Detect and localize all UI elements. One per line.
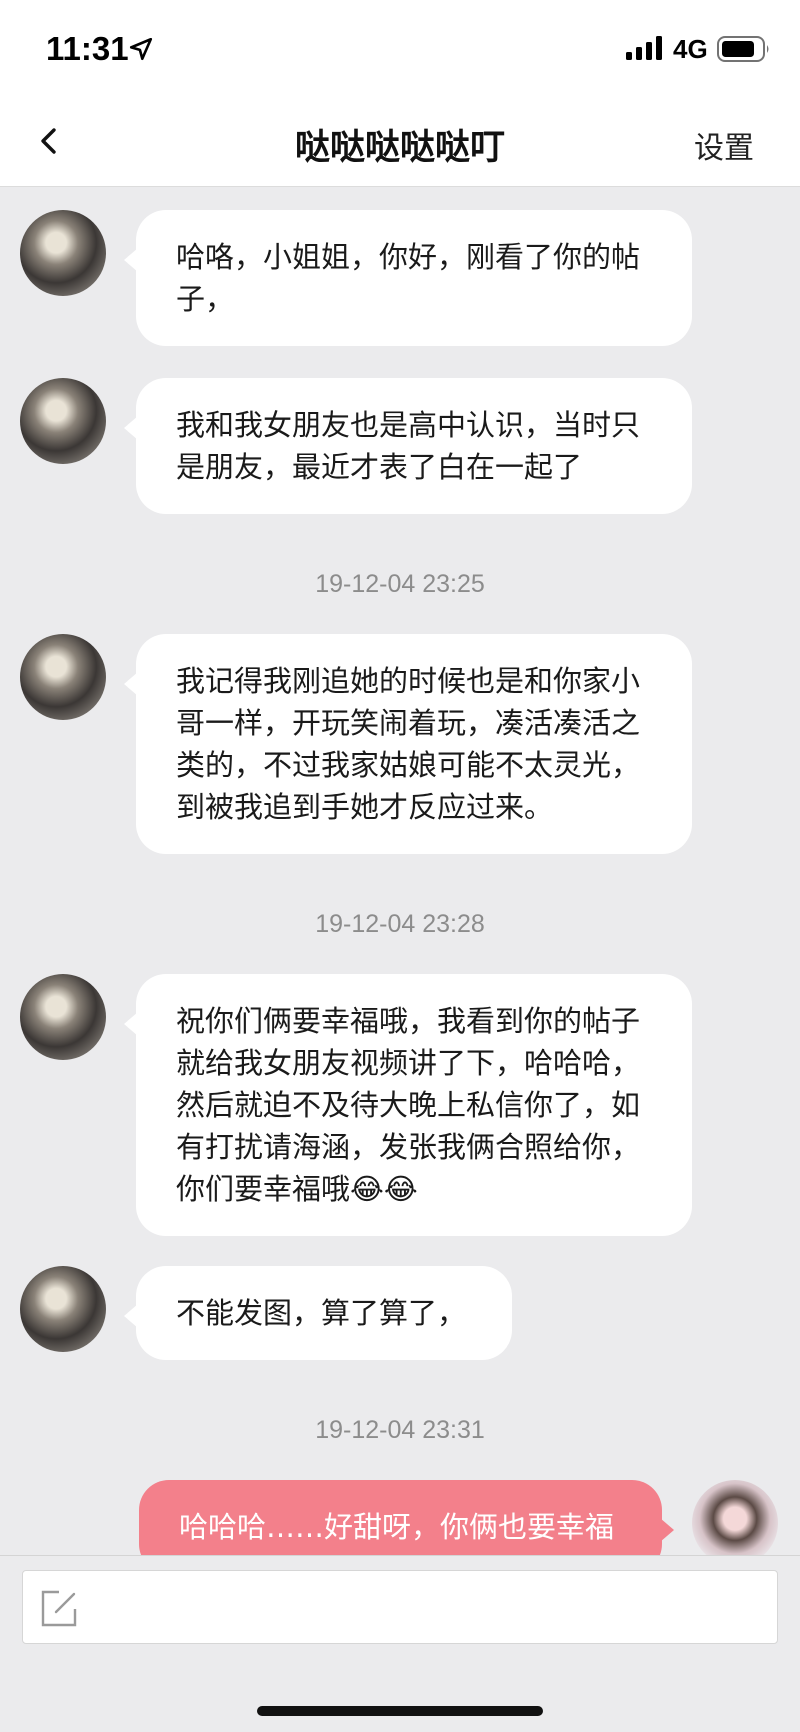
message-timestamp: 19-12-04 23:31: [315, 1416, 485, 1444]
message-bubble[interactable]: 我记得我刚追她的时候也是和你家小哥一样，开玩笑闹着玩，凑活凑活之类的，不过我家姑…: [124, 634, 692, 854]
input-bar: [0, 1555, 800, 1732]
avatar[interactable]: [20, 210, 106, 296]
message-timestamp: 19-12-04 23:25: [315, 570, 485, 598]
message-bubble[interactable]: 不能发图，算了算了，: [124, 1266, 512, 1360]
home-indicator[interactable]: [257, 1706, 543, 1716]
signal-icon: [626, 36, 662, 60]
status-time: 11:31: [46, 30, 129, 67]
my-message-bubble[interactable]: 哈哈哈……好甜呀，你俩也要幸福: [139, 1480, 674, 1555]
settings-button[interactable]: 设置: [694, 123, 754, 167]
status-bar: 11:31 4G: [0, 0, 800, 95]
avatar[interactable]: [20, 634, 106, 720]
my-avatar[interactable]: [692, 1480, 778, 1555]
compose-icon: [41, 1590, 77, 1627]
message-timestamp: 19-12-04 23:28: [315, 910, 485, 938]
network-type: 4G: [673, 34, 708, 64]
message-input[interactable]: [22, 1570, 778, 1644]
conversation-title: 哒哒哒哒哒叮: [294, 128, 505, 168]
navigation-bar: 哒哒哒哒哒叮 设置: [0, 95, 800, 187]
message-bubble[interactable]: 哈咯，小姐姐，你好，刚看了你的帖子，: [124, 210, 692, 346]
avatar[interactable]: [20, 974, 106, 1060]
message-bubble[interactable]: 我和我女朋友也是高中认识，当时只是朋友，最近才表了白在一起了: [124, 378, 692, 514]
avatar[interactable]: [20, 378, 106, 464]
avatar[interactable]: [20, 1266, 106, 1352]
message-bubble[interactable]: 祝你们俩要幸福哦，我看到你的帖子就给我女朋友视频讲了下，哈哈哈，然后就迫不及待大…: [124, 974, 692, 1236]
location-arrow-icon: [129, 37, 153, 61]
battery-icon: [717, 36, 769, 62]
chat-area[interactable]: 哈咯，小姐姐，你好，刚看了你的帖子， 我和我女朋友也是高中认识，当时只是朋友，最…: [0, 188, 800, 1555]
